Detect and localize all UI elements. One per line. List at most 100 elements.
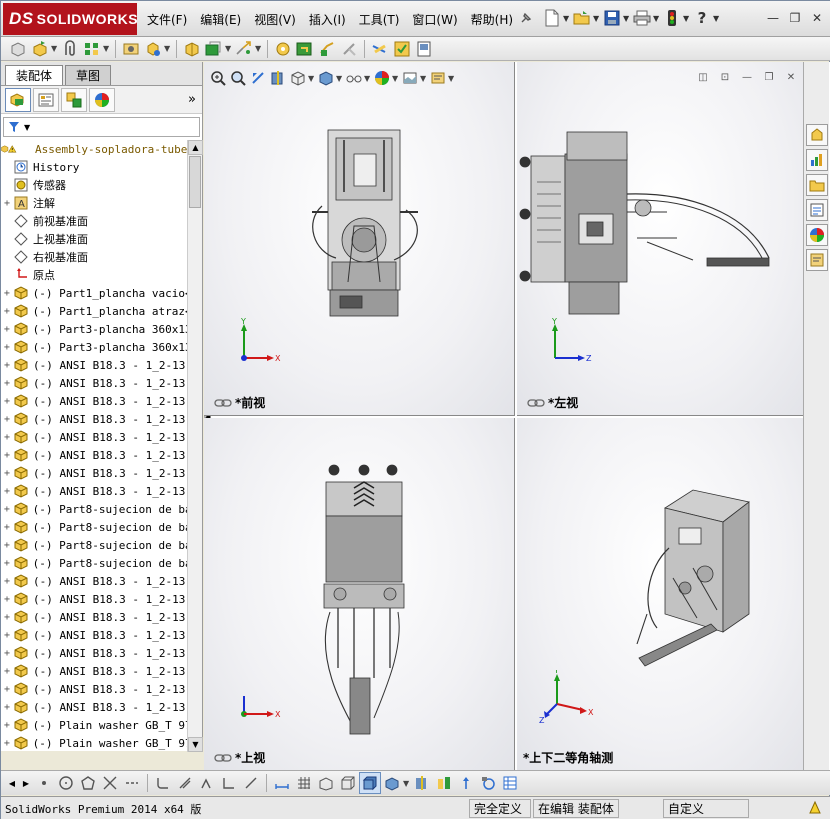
interference-detection-icon[interactable] <box>338 38 360 60</box>
design-library-icon[interactable] <box>806 149 828 171</box>
expand-toggle-icon[interactable]: + <box>1 324 13 335</box>
feature-tree-tab-icon[interactable] <box>5 87 31 112</box>
expand-toggle-icon[interactable]: + <box>1 486 13 497</box>
expand-toggle-icon[interactable]: + <box>1 576 13 587</box>
menu-tools[interactable]: 工具(T) <box>359 11 400 28</box>
tree-item[interactable]: + (-) Part8-sujecion de ba <box>1 518 187 536</box>
display-dropdown-icon[interactable]: ▼ <box>403 779 411 788</box>
expand-toggle-icon[interactable]: + <box>1 288 13 299</box>
scroll-right-icon[interactable]: ▶ <box>19 773 33 793</box>
exploded-view-icon[interactable] <box>294 38 316 60</box>
tree-item[interactable]: + (-) ANSI B18.3 - 1_2-13 <box>1 662 187 680</box>
tree-item[interactable]: + (-) ANSI B18.3 - 1_2-13 <box>1 680 187 698</box>
expand-toggle-icon[interactable]: + <box>1 432 13 443</box>
expand-toggle-icon[interactable]: + <box>1 360 13 371</box>
link-views-icon[interactable] <box>527 398 545 408</box>
scroll-left-icon[interactable]: ◀ <box>5 773 19 793</box>
quick-tips-icon[interactable] <box>807 800 823 816</box>
offset-icon[interactable] <box>174 772 196 794</box>
features-dropdown-icon[interactable]: ▼ <box>225 44 233 53</box>
tree-item[interactable]: + A 注解 <box>1 194 187 212</box>
expand-toggle-icon[interactable]: + <box>1 504 13 515</box>
feature-tree-filter[interactable]: ▼ <box>3 117 200 137</box>
help-icon[interactable]: ? <box>691 7 713 29</box>
wireframe-icon[interactable] <box>337 772 359 794</box>
view-table-icon[interactable] <box>499 772 521 794</box>
3d-dimension-icon[interactable] <box>433 772 455 794</box>
expand-toggle-icon[interactable]: + <box>1 540 13 551</box>
expand-toggle-icon[interactable]: + <box>1 594 13 605</box>
move-triad-icon[interactable] <box>455 772 477 794</box>
extend-icon[interactable] <box>240 772 262 794</box>
pin-menu-icon[interactable] <box>519 11 533 25</box>
help-dropdown-icon[interactable]: ▼ <box>713 14 721 23</box>
tree-item[interactable]: + (-) Plain washer GB_T 97 <box>1 716 187 734</box>
units-custom[interactable]: 自定义 <box>663 799 749 818</box>
file-explorer-icon[interactable] <box>806 174 828 196</box>
expand-toggle-icon[interactable]: + <box>1 396 13 407</box>
view-palette-icon[interactable] <box>806 199 828 221</box>
linear-pattern-icon[interactable] <box>81 38 103 60</box>
expand-toggle-icon[interactable]: + <box>1 684 13 695</box>
custom-properties-icon[interactable] <box>806 249 828 271</box>
tree-item[interactable]: + (-) ANSI B18.3 - 1_2-13 <box>1 428 187 446</box>
move-dropdown-icon[interactable]: ▼ <box>164 44 172 53</box>
tree-item[interactable]: + (-) Part3-plancha 360x13 <box>1 338 187 356</box>
tree-item[interactable]: History <box>1 158 187 176</box>
perspective-icon[interactable] <box>315 772 337 794</box>
mate-clip-icon[interactable] <box>59 38 81 60</box>
rotate-view-icon[interactable] <box>477 772 499 794</box>
tree-item[interactable]: + (-) ANSI B18.3 - 1_2-13 <box>1 698 187 716</box>
viewport-isometric[interactable]: Y X Z *上下二等角轴测 <box>517 418 807 770</box>
tree-item[interactable]: + (-) Part8-sujecion de ba <box>1 554 187 572</box>
tree-item[interactable]: + (-) ANSI B18.3 - 1_2-13 <box>1 392 187 410</box>
minimize-button[interactable]: — <box>763 9 783 27</box>
expand-toggle-icon[interactable]: + <box>1 612 13 623</box>
tree-item[interactable]: + (-) ANSI B18.3 - 1_2-13 <box>1 626 187 644</box>
fillet-icon[interactable] <box>152 772 174 794</box>
expand-toggle-icon[interactable]: + <box>1 522 13 533</box>
solidworks-resources-icon[interactable] <box>806 124 828 146</box>
shaded-with-edges-icon[interactable] <box>359 772 381 794</box>
menu-window[interactable]: 窗口(W) <box>412 11 457 28</box>
tree-item[interactable]: + (-) ANSI B18.3 - 1_2-13 <box>1 590 187 608</box>
menu-insert[interactable]: 插入(I) <box>309 11 346 28</box>
viewport-left[interactable]: ◫ ⊡ — ❐ ✕ Y Z *左视 <box>517 62 807 416</box>
pattern-dropdown-icon[interactable]: ▼ <box>103 44 111 53</box>
viewport-top[interactable]: X *上视 <box>204 418 515 770</box>
bill-of-materials-icon[interactable] <box>272 38 294 60</box>
rebuild-traffic-light-icon[interactable] <box>661 7 683 29</box>
new-document-icon[interactable] <box>541 7 563 29</box>
expand-toggle-icon[interactable]: + <box>1 414 13 425</box>
expand-toggle-icon[interactable]: + <box>1 666 13 677</box>
expand-toggle-icon[interactable]: + <box>1 450 13 461</box>
reference-dropdown-icon[interactable]: ▼ <box>255 44 263 53</box>
polygon-icon[interactable] <box>77 772 99 794</box>
tree-item[interactable]: + (-) ANSI B18.3 - 1_2-13 <box>1 482 187 500</box>
tree-item[interactable]: + (-) ANSI B18.3 - 1_2-13 <box>1 464 187 482</box>
link-views-icon[interactable] <box>214 753 232 763</box>
instant3d-icon[interactable] <box>369 38 391 60</box>
dimension-icon[interactable] <box>271 772 293 794</box>
point-icon[interactable] <box>33 772 55 794</box>
print-icon[interactable] <box>631 7 653 29</box>
new-dropdown-icon[interactable]: ▼ <box>563 14 571 23</box>
circle-icon[interactable] <box>55 772 77 794</box>
expand-toggle-icon[interactable]: + <box>1 198 13 209</box>
tree-item[interactable]: + (-) ANSI B18.3 - 1_2-13 <box>1 644 187 662</box>
graphics-area[interactable]: ◀ ▼ ▼ ▼ ▼ ▼ ▼ Y X *前视 ◫ ⊡ — ❐ ✕ Y Z *左视 … <box>204 62 830 770</box>
insert-component-icon[interactable] <box>7 38 29 60</box>
tab-assembly[interactable]: 装配体 <box>5 65 64 85</box>
expand-toggle-icon[interactable]: + <box>1 702 13 713</box>
close-button[interactable]: ✕ <box>807 9 827 27</box>
more-tabs-chevron-icon[interactable]: » <box>188 92 196 107</box>
print-dropdown-icon[interactable]: ▼ <box>653 14 661 23</box>
scroll-up-icon[interactable]: ▲ <box>188 140 203 155</box>
tree-item[interactable]: + (-) ANSI B18.3 - 1_2-13 <box>1 356 187 374</box>
shaded-icon[interactable] <box>381 772 403 794</box>
menu-help[interactable]: 帮助(H) <box>471 11 513 28</box>
speedpak-icon[interactable] <box>391 38 413 60</box>
smart-fasteners-icon[interactable] <box>120 38 142 60</box>
tree-item[interactable]: + (-) ANSI B18.3 - 1_2-13 <box>1 446 187 464</box>
tree-item[interactable]: + (-) ANSI B18.3 - 1_2-13 <box>1 608 187 626</box>
